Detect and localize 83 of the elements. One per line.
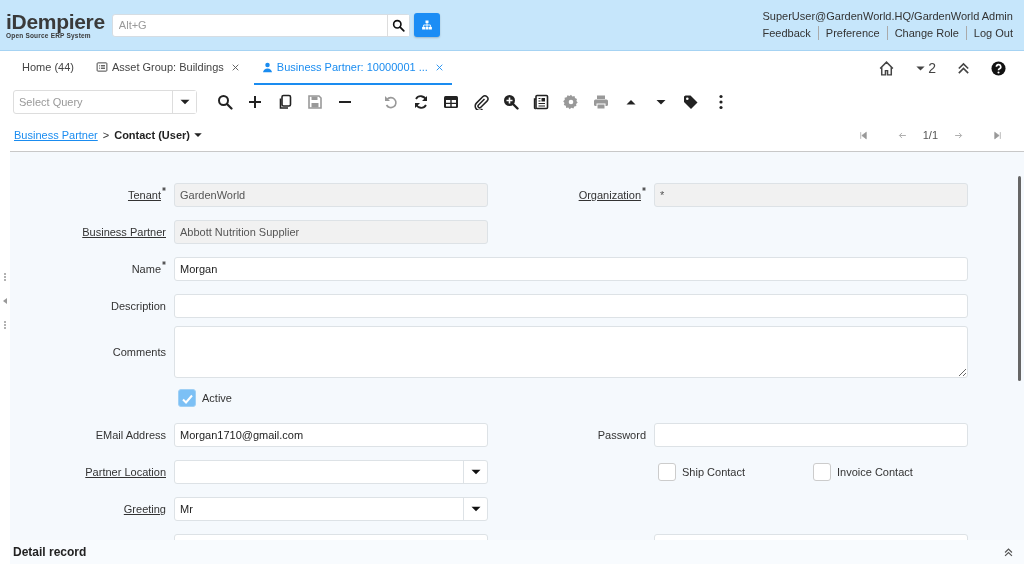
person-icon (261, 61, 273, 73)
input-field[interactable]: Morgan1710@gmail.com (174, 423, 488, 447)
field-label: Password (597, 429, 646, 441)
newspaper-icon (533, 94, 549, 110)
checkbox-label: Invoice Contact (837, 466, 913, 478)
close-icon (230, 62, 240, 72)
plus-icon (247, 94, 263, 110)
header-link[interactable]: Feedback (762, 26, 818, 40)
required-icon (162, 187, 166, 191)
field-label[interactable]: Tenant (127, 189, 161, 201)
field-label[interactable]: Greeting (123, 503, 166, 515)
printer-icon (593, 94, 609, 110)
input-field[interactable]: Morgan (174, 257, 968, 281)
required-icon (162, 261, 166, 265)
list-icon (95, 61, 108, 73)
grid-icon (443, 94, 459, 110)
refresh-icon (413, 94, 429, 110)
combobox[interactable]: Mr (174, 497, 488, 521)
tab[interactable]: Home (44) (14, 51, 82, 85)
close-tab-button[interactable] (434, 62, 444, 72)
field-label[interactable]: Organization (578, 189, 641, 201)
double-chevron-up-icon (956, 60, 971, 76)
field-label[interactable]: Partner Location (85, 466, 166, 478)
dropdown-button[interactable] (172, 91, 196, 113)
collapse-button[interactable] (956, 60, 971, 76)
first-record-button[interactable] (858, 130, 868, 140)
required-icon (642, 187, 646, 191)
field-label[interactable]: Business Partner (82, 226, 166, 238)
header-link[interactable]: Log Out (965, 26, 1013, 40)
help-icon (991, 60, 1006, 76)
breadcrumb-separator: > (102, 129, 110, 141)
collapse-arrow-icon (3, 298, 7, 304)
close-icon (434, 62, 444, 72)
header-link[interactable]: Change Role (886, 26, 966, 40)
record-position: 1/1 (922, 129, 938, 141)
logo-text: iDempiere (6, 10, 105, 32)
first-record-icon (858, 130, 868, 140)
input-field[interactable] (654, 423, 968, 447)
field-label: EMail Address (95, 429, 166, 441)
grip-icon (3, 272, 7, 282)
last-record-icon (993, 130, 1002, 140)
window-count-button[interactable]: 2 (915, 60, 936, 76)
help-button[interactable] (991, 60, 1006, 76)
copy-icon (277, 94, 293, 110)
breadcrumb-link[interactable]: Business Partner (14, 129, 98, 141)
home-button[interactable] (878, 59, 896, 77)
zoom-in-icon (503, 94, 519, 110)
home-icon (878, 59, 896, 77)
input-field[interactable]: Abbott Nutrition Supplier (174, 220, 488, 244)
sitemap-icon (420, 19, 433, 31)
global-search-field[interactable]: Alt+G (111, 13, 410, 37)
tag-icon (683, 94, 699, 110)
double-chevron-up-icon (1003, 546, 1014, 558)
user-role-text: SuperUser@GardenWorld.HQ/GardenWorld Admin (762, 10, 1013, 22)
checkbox[interactable] (658, 463, 676, 481)
tab[interactable]: Asset Group: Buildings (87, 51, 248, 85)
gear-icon (563, 94, 579, 110)
field-label: Name (131, 263, 161, 275)
detail-panel-title: Detail record (13, 545, 87, 559)
input-field[interactable]: GardenWorld (174, 183, 488, 207)
current-tab-menu[interactable]: Contact (User) (114, 129, 203, 141)
field-label: Description (110, 300, 166, 312)
checkbox[interactable] (178, 389, 196, 407)
checkbox-label: Ship Contact (682, 466, 745, 478)
close-tab-button[interactable] (230, 62, 240, 72)
undo-icon (383, 94, 399, 110)
last-record-button[interactable] (993, 130, 1002, 140)
checkbox[interactable] (813, 463, 831, 481)
previous-record-icon (897, 130, 907, 140)
input-field[interactable] (174, 294, 968, 318)
search-icon (391, 18, 405, 32)
input-field[interactable]: * (654, 183, 968, 207)
scrollbar-thumb[interactable] (1018, 176, 1021, 381)
paperclip-icon (473, 94, 489, 110)
header-link[interactable]: Preference (817, 26, 887, 40)
search-icon (217, 94, 233, 110)
expand-detail-button[interactable] (1003, 546, 1014, 558)
save-icon (307, 94, 323, 110)
minus-icon (339, 101, 351, 103)
next-record-icon (954, 130, 963, 140)
grip-icon (3, 320, 7, 330)
field-label: Comments (112, 346, 166, 358)
checkbox-label: Active (202, 392, 232, 404)
